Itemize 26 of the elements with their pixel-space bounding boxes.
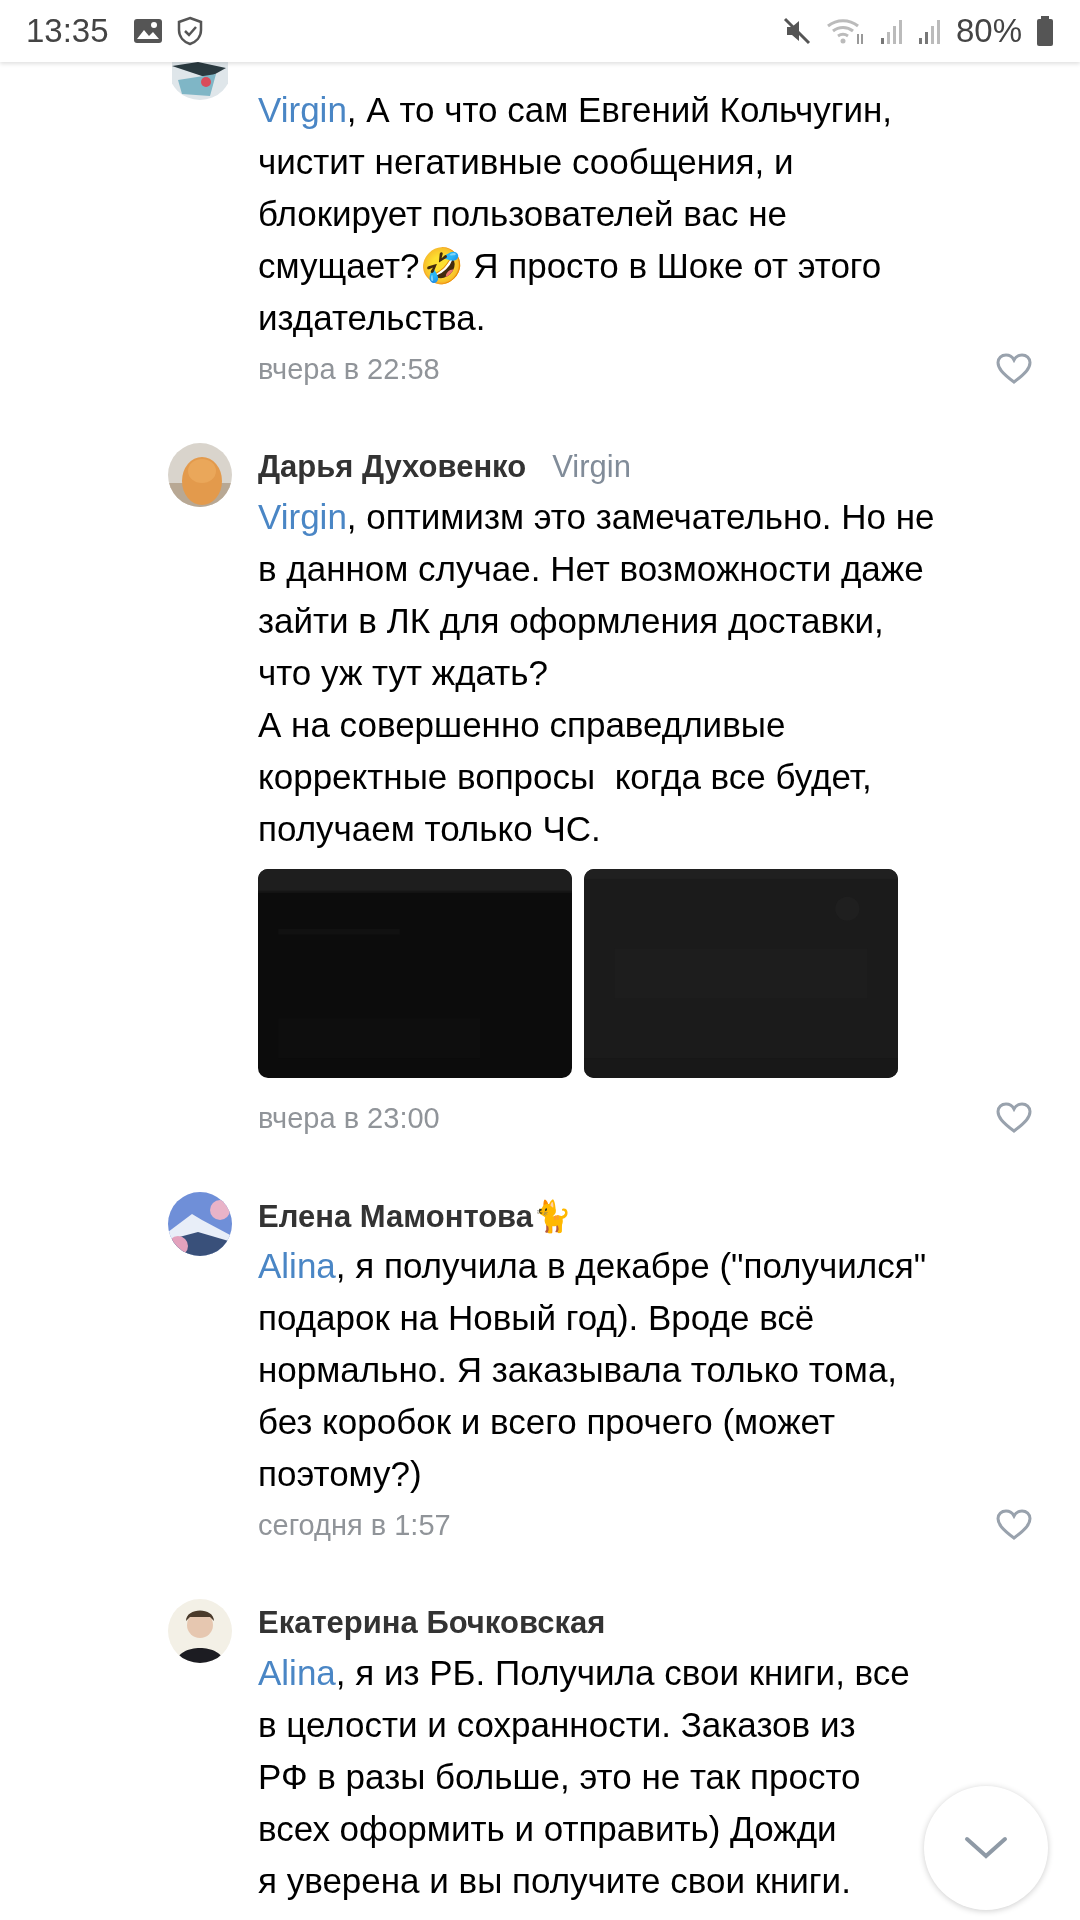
comment-text: Alina, я получила в декабре ("получился" подарок на Новый год). Вроде всё нормально. Я заказывала только тома, без коробок и всего прочего (может поэтому?)	[258, 1245, 927, 1495]
author-name[interactable]: Дарья Духовенко	[258, 449, 527, 485]
mention-link[interactable]: Virgin	[258, 497, 347, 536]
shield-icon	[176, 16, 203, 46]
mention-link[interactable]: Alina	[258, 1653, 336, 1692]
like-heart-icon[interactable]	[996, 1509, 1032, 1541]
author-name[interactable]: Екатерина Бочковская	[258, 1605, 606, 1641]
battery-icon	[1036, 15, 1054, 47]
comment-time: вчера в 22:58	[258, 352, 440, 386]
clock: 13:35	[26, 12, 109, 50]
mute-icon	[781, 16, 812, 46]
image-icon	[132, 18, 163, 44]
comment-text: Alina, я из РБ. Получила свои книги, все в целости и сохранности. Заказов из РФ в разы больше, это не так просто всех оформить и отправить) Дожди я уверена и вы получите свои книги.	[258, 1652, 910, 1902]
mention-link[interactable]: Virgin	[258, 90, 347, 129]
comment-text: Virgin, А то что сам Евгений Кольчугин, чистит негативные сообщения, и блокирует пользователей вас не смущает?🤣 Я просто в Шоке от этого издательства.	[258, 89, 893, 339]
chevron-down-icon	[964, 1836, 1008, 1860]
reply-to-name[interactable]: Virgin	[552, 449, 631, 485]
like-heart-icon[interactable]	[996, 353, 1032, 385]
comment-time: сегодня в 1:57	[258, 1508, 451, 1542]
mention-link[interactable]: Alina	[258, 1246, 336, 1285]
comment-time: вчера в 23:00	[258, 1101, 440, 1135]
like-heart-icon[interactable]	[996, 1102, 1032, 1134]
comment-text: Virgin, оптимизм это замечательно. Но не в данном случае. Нет возможности даже зайти в ЛК для оформления доставки, что уж тут ждать? А на совершенно справедливые корректные вопросы когда все будет, получаем только ЧС.	[258, 496, 935, 850]
wifi-icon	[825, 16, 866, 46]
battery-percent: 80%	[955, 12, 1022, 50]
author-name[interactable]: Елена Мамонтова🐈	[258, 1197, 572, 1235]
